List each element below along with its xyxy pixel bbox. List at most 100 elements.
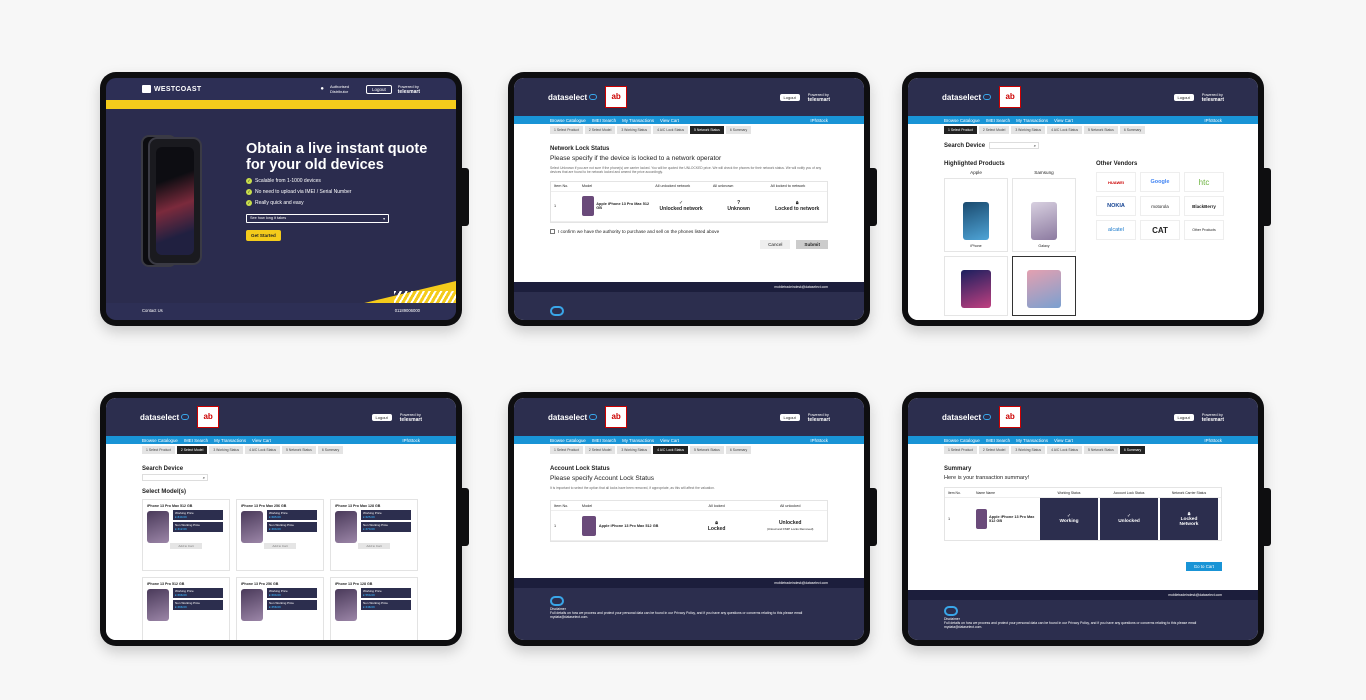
step-3[interactable]: 3 Working Status [617, 446, 652, 454]
step-4[interactable]: 4 A/C Lock Status [653, 446, 689, 454]
nav-my-transactions[interactable]: My Transactions [1016, 118, 1048, 123]
vendor-blackberry[interactable]: BlackBerry [1184, 196, 1224, 216]
nav-view-cart[interactable]: View Cart [660, 118, 679, 123]
step-4[interactable]: 4 A/C Lock Status [653, 126, 689, 134]
vendor-huawei[interactable]: HUAWEI [1096, 172, 1136, 192]
confirm-checkbox[interactable]: I confirm we have the authority to purch… [550, 228, 828, 234]
step-5[interactable]: 5 Network Status [282, 446, 316, 454]
all-unlocked-radio[interactable]: All unlocked [753, 504, 827, 508]
step-6[interactable]: 6 Summary [1119, 446, 1146, 454]
option-unlocked[interactable]: ✓ Unlocked network [652, 200, 710, 212]
step-1[interactable]: 1 Select Product [944, 126, 977, 134]
nav-view-cart[interactable]: View Cart [1054, 118, 1073, 123]
product-galaxy[interactable]: Galaxy [1012, 178, 1076, 252]
step-2[interactable]: 2 Select Model [978, 126, 1010, 134]
nav-imei-search[interactable]: IMEI Search [184, 438, 208, 443]
logout-button[interactable]: Logout [366, 84, 392, 94]
vendor-motorola[interactable]: motorola [1140, 196, 1180, 216]
logout-button[interactable]: Logout [1173, 93, 1194, 101]
model-card[interactable]: iPhone 13 Pro Max 256 GB Working Price £ 6… [236, 499, 324, 571]
contact-link[interactable]: Contact Us [142, 308, 163, 313]
step-1[interactable]: 1 Select Product [550, 446, 583, 454]
vendor-htc[interactable]: htc [1184, 172, 1224, 192]
nav-view-cart[interactable]: View Cart [252, 438, 271, 443]
nav-view-cart[interactable]: View Cart [1054, 438, 1073, 443]
nav-view-cart[interactable]: View Cart [660, 438, 679, 443]
time-select[interactable]: See how long it takes ▾ [246, 214, 389, 223]
dataselect-logo[interactable]: dataselect [140, 413, 190, 422]
step-3[interactable]: 3 Working Status [1011, 126, 1046, 134]
nav-my-transactions[interactable]: My Transactions [622, 438, 654, 443]
user-name[interactable]: IPhStock [1204, 118, 1222, 123]
user-name[interactable]: IPhStock [402, 438, 420, 443]
model-card[interactable]: iPhone 13 Pro Max 512 GB Working Price £ 8… [142, 499, 230, 571]
dataselect-logo[interactable]: dataselect [548, 93, 598, 102]
step-4[interactable]: 4 A/C Lock Status [245, 446, 281, 454]
step-2[interactable]: 2 Select Model [176, 446, 208, 454]
user-name[interactable]: IPhStock [810, 438, 828, 443]
step-3[interactable]: 3 Working Status [617, 126, 652, 134]
nav-imei-search[interactable]: IMEI Search [592, 118, 616, 123]
nav-browse-catalogue[interactable]: Browse Catalogue [944, 438, 980, 443]
step-1[interactable]: 1 Select Product [944, 446, 977, 454]
model-card[interactable]: iPhone 13 Pro 128 GB Working Price £ 553.0… [330, 577, 418, 640]
logout-button[interactable]: Logout [1173, 413, 1194, 421]
nav-browse-catalogue[interactable]: Browse Catalogue [550, 438, 586, 443]
all-unlocked-radio[interactable]: All unlocked network [652, 184, 710, 188]
step-3[interactable]: 3 Working Status [209, 446, 244, 454]
product-ipad[interactable] [944, 256, 1008, 316]
step-5[interactable]: 5 Network Status [1084, 446, 1118, 454]
footer-email[interactable]: mobiletradeindesk@dataselect.com [774, 581, 828, 585]
step-5[interactable]: 5 Network Status [1084, 126, 1118, 134]
all-unknown-radio[interactable]: All unknown [710, 184, 768, 188]
step-1[interactable]: 1 Select Product [142, 446, 175, 454]
user-name[interactable]: IPhStock [810, 118, 828, 123]
step-5[interactable]: 5 Network Status [690, 126, 724, 134]
add-to-cart-button[interactable]: Add to Cart [264, 543, 296, 549]
nav-imei-search[interactable]: IMEI Search [986, 438, 1010, 443]
footer-email[interactable]: mobiletradeindesk@dataselect.com [1168, 593, 1222, 597]
option-unknown[interactable]: ? Unknown [710, 200, 768, 212]
nav-browse-catalogue[interactable]: Browse Catalogue [550, 118, 586, 123]
step-6[interactable]: 6 Summary [725, 126, 752, 134]
step-4[interactable]: 4 A/C Lock Status [1047, 126, 1083, 134]
search-input[interactable]: ⌕ [989, 142, 1040, 149]
nav-my-transactions[interactable]: My Transactions [1016, 438, 1048, 443]
add-to-cart-button[interactable]: Add to Cart [170, 543, 202, 549]
step-6[interactable]: 6 Summary [1119, 126, 1146, 134]
option-unlocked[interactable]: Unlocked (iCloud and FMiP Locks Removed) [753, 520, 827, 532]
westcoast-logo[interactable]: WESTCOAST [142, 85, 201, 93]
nav-imei-search[interactable]: IMEI Search [592, 438, 616, 443]
vendor-alcatel[interactable]: alcatel [1096, 220, 1136, 240]
dataselect-logo[interactable]: dataselect [942, 93, 992, 102]
all-locked-radio[interactable]: All locked [680, 504, 754, 508]
logout-button[interactable]: Logout [779, 413, 800, 421]
nav-imei-search[interactable]: IMEI Search [986, 118, 1010, 123]
all-locked-radio[interactable]: All locked to network [767, 184, 827, 188]
nav-browse-catalogue[interactable]: Browse Catalogue [944, 118, 980, 123]
submit-button[interactable]: Submit [796, 239, 828, 249]
step-6[interactable]: 6 Summary [725, 446, 752, 454]
footer-email[interactable]: mobiletradeindesk@dataselect.com [774, 285, 828, 289]
step-1[interactable]: 1 Select Product [550, 126, 583, 134]
vendor-cat[interactable]: CAT [1140, 220, 1180, 240]
search-input[interactable]: ⌕ [142, 474, 208, 481]
get-started-button[interactable]: Get Started [246, 230, 281, 241]
logout-button[interactable]: Logout [371, 413, 392, 421]
step-3[interactable]: 3 Working Status [1011, 446, 1046, 454]
step-5[interactable]: 5 Network Status [690, 446, 724, 454]
vendor-google[interactable]: Google [1140, 172, 1180, 192]
nav-browse-catalogue[interactable]: Browse Catalogue [142, 438, 178, 443]
dataselect-logo[interactable]: dataselect [942, 413, 992, 422]
add-to-cart-button[interactable]: Add to Cart [358, 543, 390, 549]
nav-my-transactions[interactable]: My Transactions [622, 118, 654, 123]
user-name[interactable]: IPhStock [1204, 438, 1222, 443]
product-iphone[interactable]: iPhone [944, 178, 1008, 252]
logout-button[interactable]: Logout [779, 93, 800, 101]
step-2[interactable]: 2 Select Model [584, 126, 616, 134]
option-locked[interactable]: 🔒︎ Locked [680, 520, 754, 532]
dataselect-logo[interactable]: dataselect [548, 413, 598, 422]
vendor-nokia[interactable]: NOKIA [1096, 196, 1136, 216]
step-2[interactable]: 2 Select Model [978, 446, 1010, 454]
model-card[interactable]: iPhone 13 Pro 512 GB Working Price £ 668.0… [142, 577, 230, 640]
